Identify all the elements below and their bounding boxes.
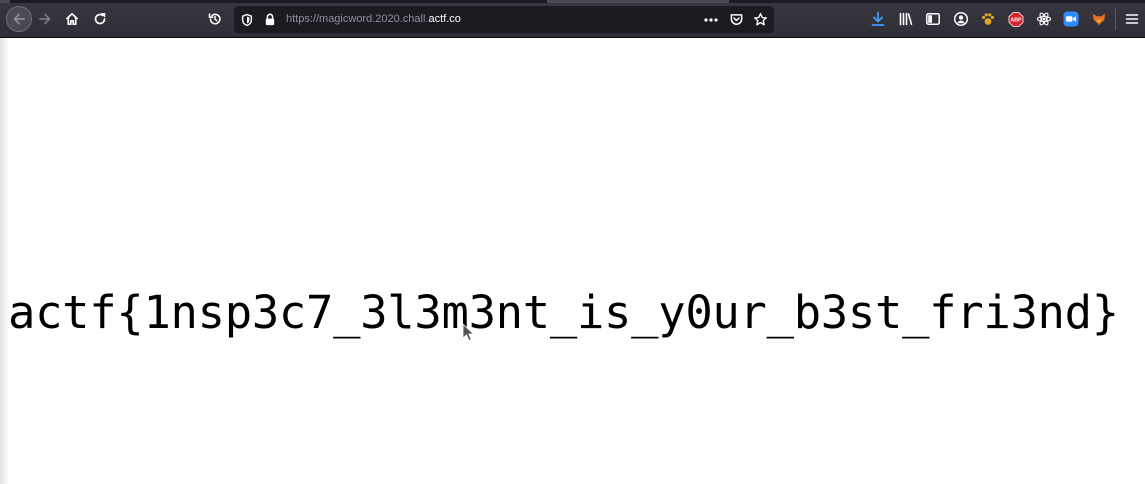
- flag-text: actf{1nsp3c7_3l3m3nt_is_y0ur_b3st_fri3nd…: [8, 286, 1119, 339]
- fox-extension-icon: [1093, 13, 1105, 25]
- mouse-pointer-icon: [462, 323, 474, 341]
- url-host-domain: actf.co: [428, 13, 461, 25]
- library-button[interactable]: [898, 11, 914, 27]
- home-button[interactable]: [59, 6, 85, 32]
- fox-extension-button[interactable]: [1091, 11, 1107, 27]
- react-devtools-button[interactable]: [1036, 11, 1052, 27]
- back-button[interactable]: [6, 6, 32, 32]
- app-menu-button[interactable]: [1124, 11, 1140, 27]
- library-icon: [899, 12, 913, 26]
- zoom-extension-button[interactable]: [1063, 11, 1079, 27]
- more-dots-icon: [704, 17, 718, 22]
- home-icon: [65, 12, 79, 26]
- mouse-cursor: [462, 323, 476, 343]
- pocket-icon: [730, 14, 742, 25]
- account-icon: [953, 11, 969, 27]
- site-identity-button[interactable]: [260, 10, 279, 29]
- url-bar[interactable]: https://magicword.2020.chall.actf.co: [234, 6, 774, 33]
- sidebar-button[interactable]: [925, 11, 941, 27]
- tab-edge-left: [0, 0, 10, 3]
- react-devtools-icon: [1036, 12, 1052, 26]
- forward-button[interactable]: [32, 6, 58, 32]
- browser-toolbar: https://magicword.2020.chall.actf.co ABP: [0, 0, 1145, 38]
- page-content: [0, 38, 1145, 484]
- page-actions-button[interactable]: [700, 9, 722, 30]
- url-scheme: https://: [286, 13, 320, 25]
- hamburger-menu-icon: [1125, 14, 1139, 24]
- tab-edge-active[interactable]: [547, 0, 729, 3]
- url-host-prefix: magicword.2020.chall.: [319, 13, 429, 25]
- toolbar-separator: [1115, 8, 1116, 30]
- reload-icon: [94, 13, 106, 25]
- paw-extension-button[interactable]: [980, 11, 996, 27]
- paw-extension-icon: [982, 13, 994, 25]
- downloads-button[interactable]: [870, 11, 886, 27]
- account-button[interactable]: [953, 11, 969, 27]
- back-arrow-icon: [13, 13, 25, 25]
- pocket-button[interactable]: [725, 9, 747, 30]
- history-icon: [208, 13, 221, 25]
- tracking-protection-button[interactable]: [237, 10, 256, 29]
- sidebar-icon: [926, 13, 940, 25]
- abp-label: ABP: [1010, 17, 1022, 23]
- zoom-extension-icon: [1063, 11, 1079, 27]
- reload-button[interactable]: [87, 6, 113, 32]
- bookmark-button[interactable]: [749, 9, 771, 30]
- forward-arrow-icon: [39, 13, 51, 25]
- abp-adblock-icon: ABP: [1008, 11, 1024, 27]
- bookmark-star-icon: [753, 12, 767, 26]
- download-icon: [871, 11, 885, 26]
- lock-icon: [265, 13, 274, 26]
- content-left-edge: [0, 38, 9, 484]
- abp-adblock-button[interactable]: ABP: [1008, 11, 1024, 27]
- history-button[interactable]: [202, 6, 228, 32]
- shield-icon: [241, 13, 252, 26]
- url-text[interactable]: https://magicword.2020.chall.actf.co: [286, 13, 461, 25]
